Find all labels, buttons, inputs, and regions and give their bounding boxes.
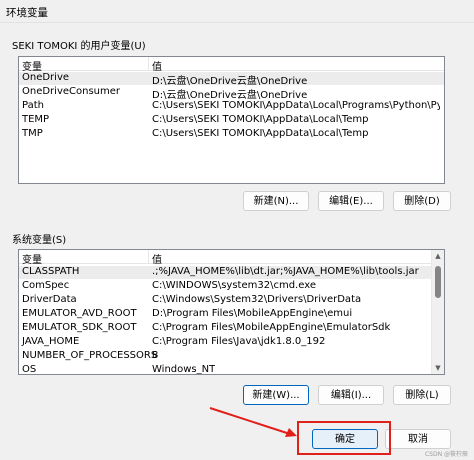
watermark: CSDN @筱柠辰: [424, 451, 468, 458]
annotation-arrow-icon: [209, 407, 297, 437]
